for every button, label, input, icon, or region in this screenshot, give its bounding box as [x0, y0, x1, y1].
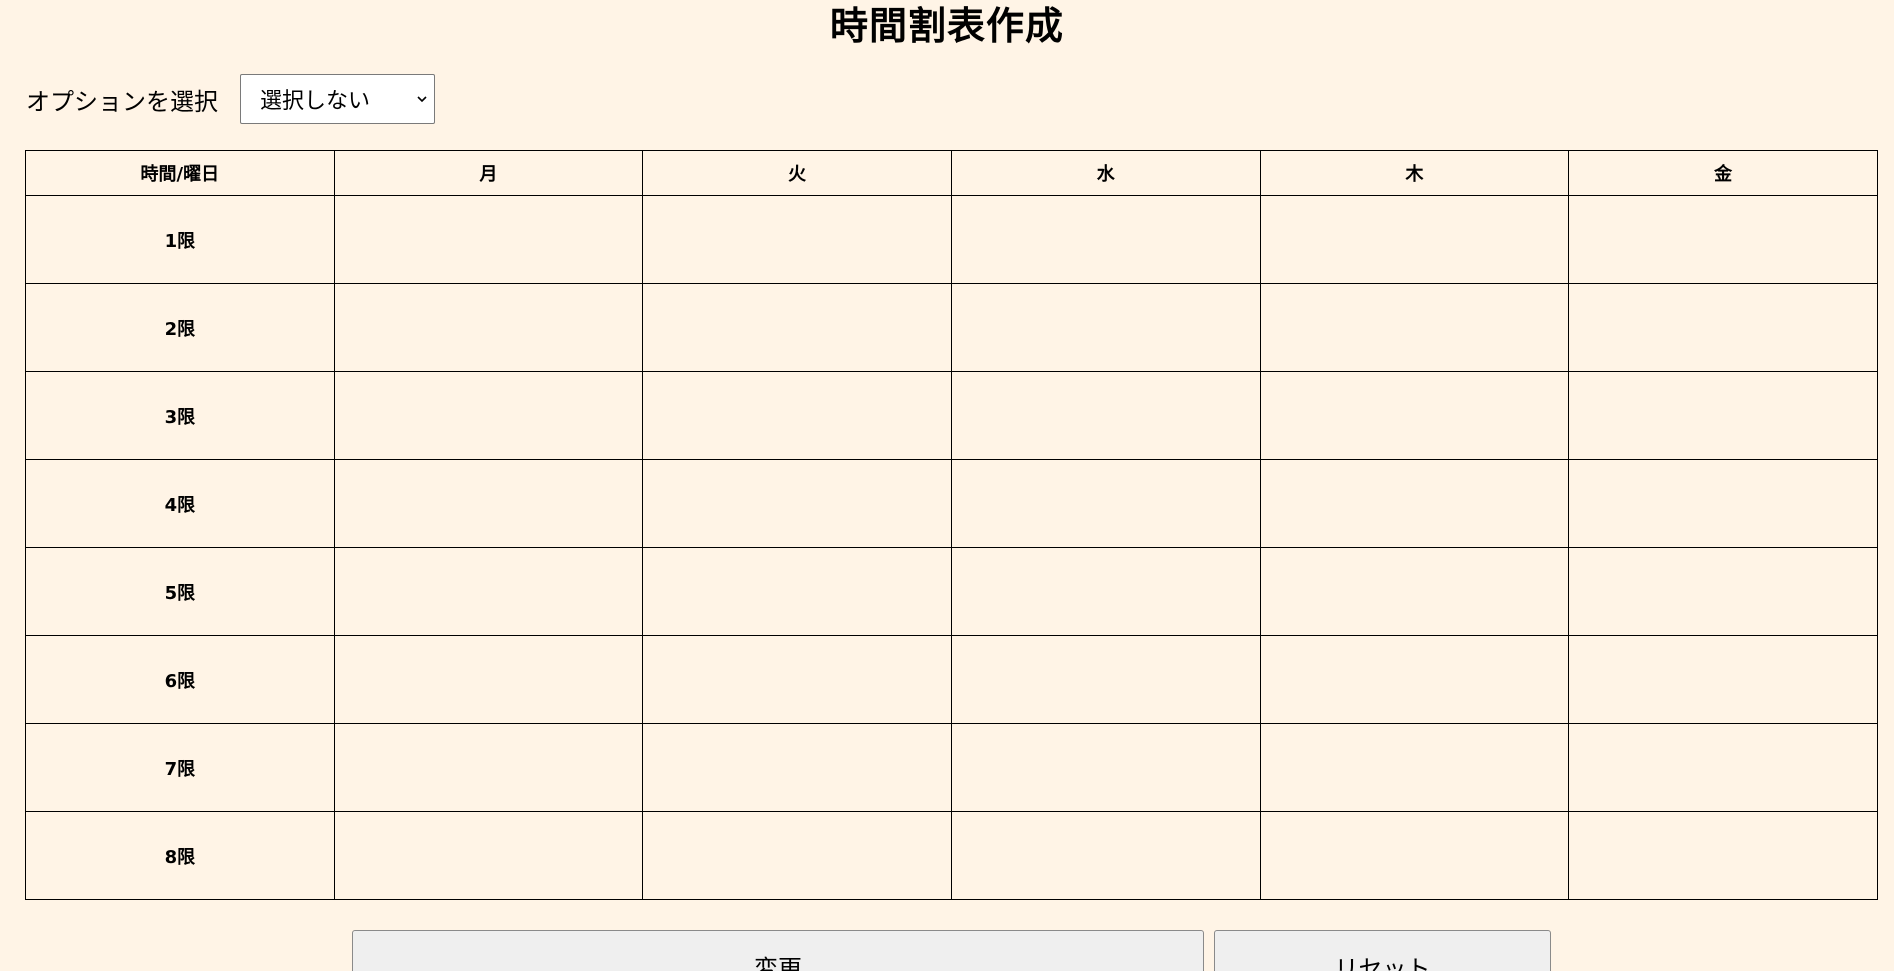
corner-header: 時間/曜日 — [25, 150, 335, 196]
change-button[interactable]: 変更 — [352, 930, 1204, 971]
timetable-cell[interactable] — [333, 283, 644, 372]
timetable-cell[interactable] — [642, 547, 952, 636]
period-label: 2限 — [25, 283, 335, 372]
table-row: 4限 — [25, 459, 1878, 548]
period-label: 8限 — [25, 811, 335, 900]
timetable-cell[interactable] — [950, 283, 1261, 372]
timetable-cell[interactable] — [1568, 547, 1878, 636]
page: 時間割表作成 オプションを選択 選択しない 時間/曜日 月 火 水 木 金 1限… — [0, 0, 1894, 971]
timetable-body: 1限 2限 3限 4限 5限 6限 7限 8限 — [25, 195, 1878, 900]
table-row: 3限 — [25, 371, 1878, 460]
timetable-cell[interactable] — [950, 459, 1261, 548]
table-row: 2限 — [25, 283, 1878, 372]
timetable-cell[interactable] — [950, 635, 1261, 724]
timetable-cell[interactable] — [1259, 371, 1570, 460]
option-label: オプションを選択 — [26, 87, 218, 116]
timetable-cell[interactable] — [1568, 283, 1878, 372]
day-header: 金 — [1568, 150, 1878, 196]
timetable-cell[interactable] — [642, 283, 952, 372]
day-header: 火 — [642, 150, 952, 196]
timetable-cell[interactable] — [333, 811, 644, 900]
timetable-cell[interactable] — [333, 371, 644, 460]
day-header: 木 — [1259, 150, 1570, 196]
table-row: 1限 — [25, 195, 1878, 284]
timetable-cell[interactable] — [1259, 547, 1570, 636]
timetable-cell[interactable] — [950, 723, 1261, 812]
page-title: 時間割表作成 — [829, 4, 1064, 48]
timetable-cell[interactable] — [1259, 811, 1570, 900]
timetable-cell[interactable] — [642, 195, 952, 284]
timetable-cell[interactable] — [1568, 459, 1878, 548]
timetable-cell[interactable] — [642, 811, 952, 900]
timetable-cell[interactable] — [950, 811, 1261, 900]
timetable-cell[interactable] — [642, 371, 952, 460]
timetable-cell[interactable] — [1568, 723, 1878, 812]
timetable-cell[interactable] — [642, 635, 952, 724]
timetable-cell[interactable] — [333, 723, 644, 812]
timetable-cell[interactable] — [333, 547, 644, 636]
timetable-cell[interactable] — [1259, 195, 1570, 284]
period-label: 5限 — [25, 547, 335, 636]
timetable-cell[interactable] — [1568, 811, 1878, 900]
timetable-cell[interactable] — [333, 195, 644, 284]
period-label: 7限 — [25, 723, 335, 812]
day-header: 月 — [333, 150, 644, 196]
timetable-cell[interactable] — [1259, 459, 1570, 548]
timetable-cell[interactable] — [1568, 195, 1878, 284]
period-label: 4限 — [25, 459, 335, 548]
period-label: 6限 — [25, 635, 335, 724]
timetable-cell[interactable] — [1259, 723, 1570, 812]
option-row: オプションを選択 選択しない — [26, 74, 435, 124]
day-header: 水 — [950, 150, 1261, 196]
period-label: 3限 — [25, 371, 335, 460]
table-row: 7限 — [25, 723, 1878, 812]
timetable-cell[interactable] — [1259, 283, 1570, 372]
reset-button[interactable]: リセット — [1214, 930, 1551, 971]
timetable-cell[interactable] — [333, 459, 644, 548]
period-label: 1限 — [25, 195, 335, 284]
timetable-cell[interactable] — [950, 371, 1261, 460]
option-select-value: 選択しない — [260, 89, 371, 114]
timetable-cell[interactable] — [950, 195, 1261, 284]
timetable-cell[interactable] — [1568, 371, 1878, 460]
timetable-cell[interactable] — [1568, 635, 1878, 724]
timetable: 時間/曜日 月 火 水 木 金 1限 2限 3限 4限 5限 6限 7限 8限 — [25, 150, 1878, 900]
timetable-cell[interactable] — [642, 723, 952, 812]
table-row: 5限 — [25, 547, 1878, 636]
timetable-cell[interactable] — [1259, 635, 1570, 724]
timetable-header-row: 時間/曜日 月 火 水 木 金 — [25, 150, 1878, 196]
timetable-cell[interactable] — [950, 547, 1261, 636]
table-row: 6限 — [25, 635, 1878, 724]
timetable-cell[interactable] — [333, 635, 644, 724]
option-select[interactable]: 選択しない — [240, 74, 435, 124]
chevron-down-icon — [417, 96, 427, 103]
table-row: 8限 — [25, 811, 1878, 900]
timetable-cell[interactable] — [642, 459, 952, 548]
